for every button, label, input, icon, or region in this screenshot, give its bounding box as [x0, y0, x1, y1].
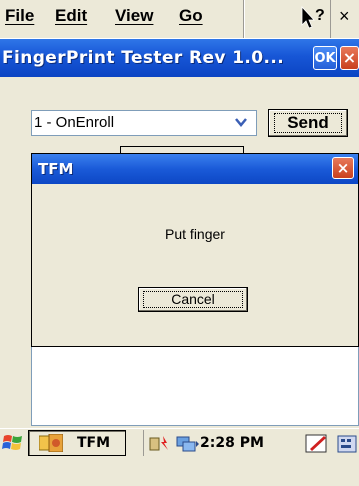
command-combobox[interactable]: 1 - OnEnroll — [31, 110, 257, 136]
network-icon[interactable] — [175, 435, 199, 457]
menu-file[interactable]: File — [5, 6, 34, 26]
send-button[interactable]: Send — [268, 109, 348, 137]
cancel-button-label: Cancel — [143, 291, 243, 308]
clock[interactable]: 2:28 PM — [200, 435, 264, 451]
dialog-close-button[interactable]: × — [332, 157, 354, 179]
taskbar-item-tfm[interactable]: TFM — [28, 430, 126, 456]
taskbar-item-label: TFM — [77, 435, 111, 451]
combo-selected-value: 1 - OnEnroll — [34, 114, 115, 131]
dialog-message: Put finger — [165, 226, 225, 242]
window-close-button[interactable]: × — [340, 46, 359, 70]
close-icon[interactable]: × — [339, 6, 350, 27]
cancel-button[interactable]: Cancel — [138, 287, 248, 312]
window-title: FingerPrint Tester Rev 1.0... — [2, 48, 285, 68]
app-icon — [38, 433, 64, 453]
chevron-down-icon[interactable] — [234, 115, 248, 133]
output-list[interactable] — [31, 346, 359, 426]
help-pointer-icon[interactable]: ? — [298, 3, 328, 31]
windows-flag-icon[interactable] — [2, 432, 24, 454]
keyboard-icon[interactable] — [337, 434, 357, 458]
menu-go[interactable]: Go — [179, 6, 203, 26]
battery-icon[interactable] — [149, 434, 175, 456]
menu-bar: File Edit View Go ? × — [0, 0, 359, 39]
menu-view[interactable]: View — [115, 6, 153, 26]
menu-edit[interactable]: Edit — [55, 6, 87, 26]
send-button-label: Send — [274, 113, 342, 133]
dialog-title: TFM — [38, 160, 74, 178]
menu-separator-highlight — [244, 0, 245, 38]
pen-input-icon[interactable] — [305, 432, 329, 458]
ok-button[interactable]: OK — [313, 46, 337, 70]
tfm-dialog: TFM × Put finger Cancel — [31, 153, 359, 347]
svg-text:?: ? — [315, 7, 325, 24]
dialog-title-bar: TFM × — [32, 154, 358, 184]
app-title-bar: FingerPrint Tester Rev 1.0... — [0, 39, 359, 77]
menu-separator-2 — [330, 0, 331, 38]
system-tray: 2:28 PM — [143, 430, 359, 456]
